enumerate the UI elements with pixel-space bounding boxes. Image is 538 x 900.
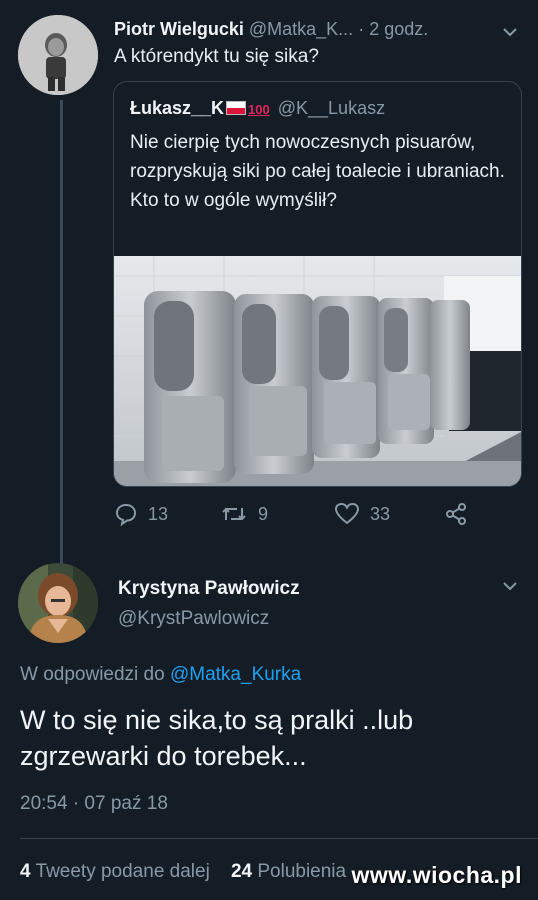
quoted-tweet-text: Nie cierpię tych nowoczesnych pisuarów, … — [130, 132, 505, 211]
quoted-tweet-header: Łukasz__K 100 @K__Lukasz — [130, 98, 385, 119]
reply-icon — [114, 502, 138, 526]
quoted-author-name: Łukasz__K — [130, 98, 225, 118]
tweet1-separator: · — [358, 19, 365, 39]
replying-to-label: W odpowiedzi do — [20, 664, 170, 685]
retweets-stat-count: 4 — [20, 861, 31, 882]
hundred-points-icon: 100 — [248, 102, 270, 117]
retweet-icon — [220, 502, 248, 526]
chevron-down-icon[interactable] — [502, 22, 518, 43]
quoted-tweet-image[interactable] — [114, 256, 521, 486]
avatar-piotr[interactable] — [18, 15, 98, 95]
likes-stat-label: Polubienia — [257, 861, 347, 882]
divider — [20, 838, 538, 839]
tweet2-author-handle[interactable]: @KrystPawlowicz — [118, 608, 269, 630]
quoted-author-handle: @K__Lukasz — [277, 98, 386, 118]
replying-to-link[interactable]: @Matka_Kurka — [170, 664, 301, 685]
tweet1-author-name[interactable]: Piotr Wielgucki — [114, 19, 244, 39]
retweet-button[interactable]: 9 — [220, 502, 268, 526]
like-button[interactable]: 33 — [334, 502, 390, 526]
tweet1-header: Piotr Wielgucki @Matka_K... · 2 godz. — [114, 19, 524, 45]
tweet1-author-handle[interactable]: @Matka_K... — [249, 19, 353, 39]
avatar-krystyna[interactable] — [18, 563, 98, 643]
like-count: 33 — [370, 503, 391, 524]
retweets-stat[interactable]: 4 Tweety podane dalej — [20, 861, 210, 882]
tweet2-author-name[interactable]: Krystyna Pawłowicz — [118, 578, 300, 600]
tweet1-text: A którendykt tu się sika? — [114, 46, 319, 67]
poland-flag-icon — [226, 101, 247, 115]
tweet2-text: W to się nie sika,to są pralki ..lub zgr… — [20, 705, 414, 771]
likes-stat[interactable]: 24 Polubienia — [231, 861, 346, 882]
share-button[interactable] — [444, 502, 468, 526]
quoted-tweet-card[interactable]: Łukasz__K 100 @K__Lukasz Nie cierpię tych … — [113, 81, 522, 487]
tweet2-stats: 4 Tweety podane dalej 24 Polubienia — [20, 861, 346, 883]
reply-count: 13 — [148, 503, 169, 524]
tweet1-timestamp[interactable]: 2 godz. — [369, 19, 428, 39]
chevron-down-icon[interactable] — [502, 576, 518, 597]
tweet2-timestamp: 20:54 · 07 paź 18 — [20, 793, 168, 814]
reply-button[interactable]: 13 — [114, 502, 168, 526]
thread-connector-line — [60, 100, 63, 570]
retweets-stat-label: Tweety podane dalej — [35, 861, 210, 882]
tweet-actions-bar: 13 9 33 — [114, 502, 534, 532]
retweet-count: 9 — [258, 503, 269, 524]
heart-icon — [334, 502, 360, 526]
share-icon — [444, 502, 468, 526]
likes-stat-count: 24 — [230, 861, 253, 882]
replying-to-line: W odpowiedzi do @Matka_Kurka — [20, 664, 301, 686]
watermark: www.wiocha.pl — [351, 862, 522, 888]
